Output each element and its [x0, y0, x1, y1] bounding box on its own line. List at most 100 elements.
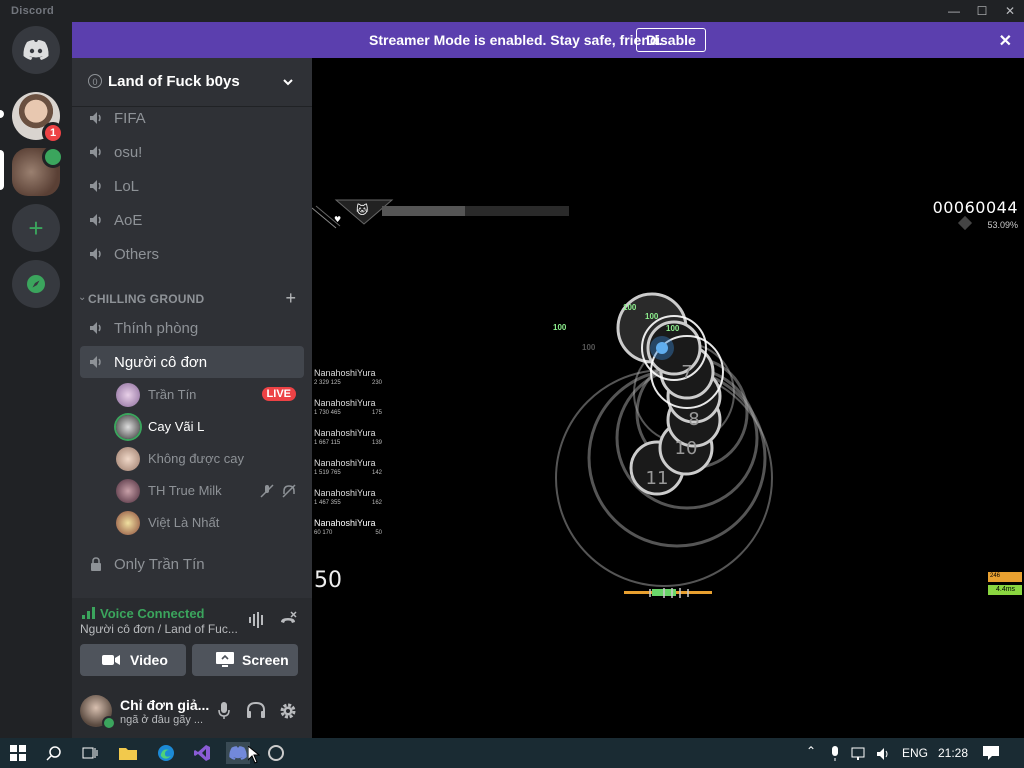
svg-text:11: 11 — [646, 468, 669, 489]
network-icon[interactable] — [851, 747, 869, 761]
signal-icon — [82, 607, 95, 619]
channel-label: osu! — [114, 144, 143, 161]
task-view-icon[interactable] — [78, 742, 102, 764]
voice-location[interactable]: Người cô đơn / Land of Fuc... — [80, 622, 238, 636]
lb-score: 2 329 125 — [314, 380, 341, 386]
voice-user[interactable]: Cay Vãi L — [108, 413, 304, 441]
hit-label: 100 — [645, 312, 659, 321]
mic-muted-icon — [260, 484, 274, 498]
channel-only-tran-tin[interactable]: Only Trần Tín — [80, 548, 304, 580]
channel-aoe[interactable]: AoE — [80, 204, 304, 236]
screen-share-icon — [216, 652, 234, 667]
svg-text:10: 10 — [675, 438, 698, 459]
close-banner-icon[interactable]: ✕ — [999, 31, 1012, 51]
minimize-icon[interactable]: — — [946, 3, 962, 19]
windows-start-icon[interactable] — [6, 742, 30, 764]
lb-score: 60 170 — [314, 530, 333, 536]
home-button[interactable] — [12, 26, 60, 74]
discord-taskbar-icon[interactable] — [226, 742, 250, 764]
edge-icon[interactable] — [154, 742, 178, 764]
server-header[interactable]: 0 Land of Fuck b0ys — [72, 58, 312, 107]
voice-user[interactable]: Không được cay — [108, 445, 304, 473]
channel-osu[interactable]: osu! — [80, 136, 304, 168]
channel-label: Người cô đơn — [114, 354, 208, 371]
leaderboard-entry: NanahoshiYura 1 467 355 162 — [314, 488, 384, 514]
camera-icon — [102, 655, 120, 665]
osu-taskbar-icon[interactable] — [264, 742, 288, 764]
voice-user[interactable]: TH True Milk — [108, 477, 304, 505]
username[interactable]: Chỉ đơn giả... — [120, 697, 209, 713]
channel-nguoi-co-don[interactable]: Người cô đơn — [80, 346, 304, 378]
channel-lol[interactable]: LoL — [80, 170, 304, 202]
video-label: Video — [130, 652, 168, 668]
voice-user-name: Cay Vãi L — [148, 419, 205, 434]
custom-status: ngã ở đâu gãy ... — [120, 714, 204, 726]
voice-user[interactable]: Trần Tín LIVE — [108, 381, 304, 409]
speaker-icon — [90, 356, 101, 368]
speaker-icon — [90, 248, 101, 260]
microphone-icon[interactable] — [218, 702, 230, 720]
svg-text:8: 8 — [688, 409, 699, 430]
noise-suppression-icon[interactable] — [248, 612, 266, 628]
lb-combo: 139 — [371, 440, 382, 446]
screen-button[interactable]: Screen — [192, 644, 298, 676]
leaderboard-entry: NanahoshiYura 2 329 125 230 — [314, 368, 384, 394]
visual-studio-icon[interactable] — [190, 742, 214, 764]
user-panel: Chỉ đơn giả... ngã ở đâu gãy ... — [72, 684, 312, 738]
lb-combo: 162 — [371, 500, 382, 506]
compass-icon — [27, 275, 45, 293]
language-indicator[interactable]: ENG — [902, 746, 928, 760]
microphone-tray-icon[interactable] — [830, 746, 840, 762]
chevron-down-icon: ⌄ — [78, 292, 87, 303]
channel-label: Thính phòng — [114, 320, 199, 337]
disconnect-icon[interactable] — [278, 610, 298, 630]
mouse-cursor-icon — [248, 746, 260, 764]
clock[interactable]: 21:28 — [938, 746, 968, 760]
category-chilling-ground[interactable]: ⌄ CHILLING GROUND + — [78, 288, 306, 308]
chevron-up-icon[interactable]: ⌃ — [806, 744, 816, 758]
avatar — [116, 383, 140, 407]
server-icon-2[interactable] — [12, 146, 64, 196]
fps-counter: 246 — [990, 573, 1001, 579]
voice-user[interactable]: Việt Là Nhất — [108, 509, 304, 537]
live-badge: LIVE — [261, 387, 296, 401]
avatar — [116, 511, 140, 535]
channel-thinh-phong[interactable]: Thính phòng — [80, 312, 304, 344]
channel-fifa[interactable]: FIFA — [80, 102, 304, 134]
lb-name: NanahoshiYura — [314, 368, 376, 378]
unread-pill — [0, 110, 4, 118]
server-list: 1 + — [0, 22, 72, 738]
plus-icon: + — [28, 212, 44, 243]
accuracy: 53.09% — [987, 220, 1018, 230]
headphones-icon[interactable] — [246, 701, 266, 719]
avatar — [116, 479, 140, 503]
close-window-icon[interactable]: ✕ — [1002, 3, 1018, 19]
server-icon-1[interactable]: 1 — [12, 92, 64, 144]
notification-icon[interactable] — [983, 746, 999, 760]
maximize-icon[interactable]: ☐ — [974, 3, 990, 19]
gear-icon[interactable] — [278, 701, 298, 721]
volume-icon[interactable] — [876, 747, 892, 761]
leaderboard-entry-current: NanahoshiYura 60 170 50 — [314, 518, 384, 544]
gameplay-canvas: 🐱 ♥ 7 8 10 11 — [312, 199, 1022, 598]
lb-combo: 230 — [371, 380, 382, 386]
discord-logo-icon — [23, 40, 49, 60]
boost-icon: 0 — [88, 74, 102, 88]
file-explorer-icon[interactable] — [116, 742, 140, 764]
search-icon[interactable] — [42, 742, 66, 764]
explore-button[interactable] — [12, 260, 60, 308]
voice-user-name: Trần Tín — [148, 387, 197, 402]
create-channel-icon[interactable]: + — [285, 288, 296, 309]
disable-streamer-button[interactable]: Disable — [636, 28, 706, 52]
channel-sidebar: 0 Land of Fuck b0ys FIFA osu! LoL AoE Ot… — [72, 58, 312, 738]
leaderboard-entry: NanahoshiYura 1 730 465 175 — [314, 398, 384, 424]
channel-label: Only Trần Tín — [114, 556, 205, 573]
online-status-icon — [102, 716, 116, 730]
add-server-button[interactable]: + — [12, 204, 60, 252]
speaker-icon — [90, 180, 101, 192]
screen-label: Screen — [242, 652, 289, 668]
stream-view[interactable]: 🐱 ♥ 7 8 10 11 100 100 100 100 100 000600… — [312, 58, 1024, 738]
channel-others[interactable]: Others — [80, 238, 304, 270]
video-button[interactable]: Video — [80, 644, 186, 676]
score: 00060044 — [932, 198, 1018, 217]
